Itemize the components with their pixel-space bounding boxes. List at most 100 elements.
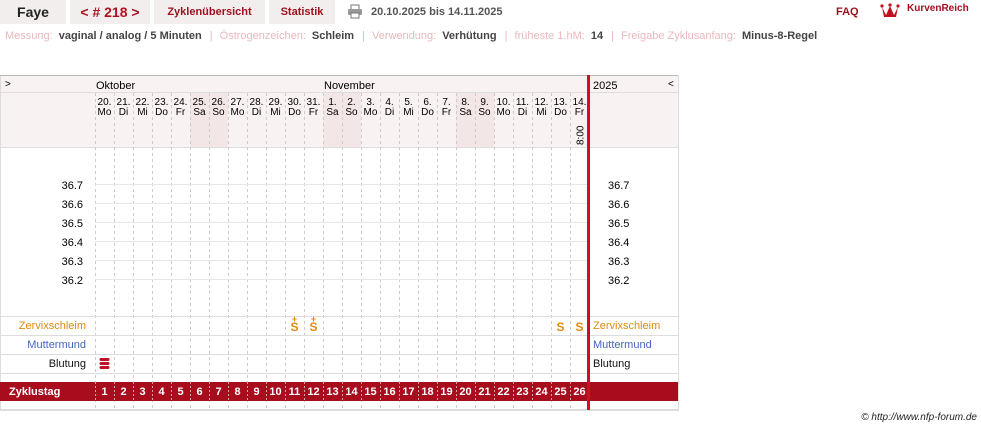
cycle-day-number: 14	[345, 386, 358, 398]
day-weekday: Sa	[326, 107, 339, 118]
day-weekday: Mi	[403, 107, 414, 118]
day-weekday: Fr	[575, 107, 585, 118]
cycle-day-label: Zyklustag	[9, 386, 60, 398]
day-weekday: So	[212, 107, 225, 118]
crown-logo-icon[interactable]	[880, 2, 900, 20]
cycle-day-number: 17	[402, 386, 414, 398]
measurement-info-bar: Messung: vaginal / analog / 5 Minuten | Ös…	[5, 30, 818, 42]
day-weekday: Do	[155, 107, 168, 118]
cycle-day-number: 15	[364, 386, 376, 398]
day-weekday: Di	[252, 107, 261, 118]
cycle-day-number: 3	[139, 386, 145, 398]
tab-statistics[interactable]: Statistik	[269, 0, 335, 24]
cycle-day-number: 5	[177, 386, 183, 398]
day-weekday: Mo	[497, 107, 511, 118]
day-weekday: Di	[518, 107, 527, 118]
day-weekday: Mo	[364, 107, 378, 118]
cycle-day-number: 1	[101, 386, 107, 398]
cycle-day-number: 26	[573, 386, 585, 398]
temp-label-right: 36.7	[608, 180, 629, 192]
info-value: Verhütung	[442, 30, 497, 42]
info-label: Freigabe Zyklusanfang:	[621, 30, 736, 42]
mucus-mark: S	[309, 320, 317, 334]
cycle-day-number: 10	[269, 386, 281, 398]
year-label: 2025	[593, 80, 617, 92]
day-weekday: Do	[554, 107, 567, 118]
cycle-day-number: 11	[289, 386, 301, 398]
mucus-mark: S	[556, 320, 564, 334]
info-label: Östrogenzeichen:	[219, 30, 306, 42]
measurement-time: 8:00	[576, 125, 587, 145]
day-weekday: Mo	[98, 107, 112, 118]
cycle-day-number: 8	[234, 386, 240, 398]
day-weekday: Do	[288, 107, 301, 118]
day-weekday: Mi	[137, 107, 148, 118]
row-label-right-cervix: Muttermund	[593, 339, 652, 351]
day-weekday: Fr	[442, 107, 452, 118]
info-value: 14	[590, 30, 604, 42]
brand-link[interactable]: KurvenReich	[907, 3, 969, 14]
cycle-day-number: 20	[459, 386, 471, 398]
row-label-bleeding: Blutung	[49, 358, 86, 370]
date-range: 20.10.2025 bis 14.11.2025	[371, 6, 503, 18]
info-value: vaginal / analog / 5 Minuten	[58, 30, 202, 42]
row-label-right-bleeding: Blutung	[593, 358, 630, 370]
month-label: November	[324, 80, 375, 92]
temp-label-left: 36.4	[62, 237, 83, 249]
row-label-cervix: Muttermund	[27, 339, 86, 351]
day-weekday: Fr	[309, 107, 319, 118]
cycle-day-number: 12	[307, 386, 319, 398]
temp-label-left: 36.6	[62, 199, 83, 211]
cycle-day-number: 23	[516, 386, 528, 398]
temp-label-left: 36.7	[62, 180, 83, 192]
copyright-footer: © http://www.nfp-forum.de	[861, 412, 977, 423]
temp-label-right: 36.3	[608, 256, 629, 268]
day-weekday: Do	[421, 107, 434, 118]
cycle-day-number: 4	[158, 386, 165, 398]
cycle-day-number: 21	[478, 386, 490, 398]
cycle-day-number: 6	[196, 386, 202, 398]
day-weekday: Di	[385, 107, 394, 118]
mucus-mark: S	[575, 320, 583, 334]
info-label: Verwendung:	[371, 30, 437, 42]
day-weekday: Mi	[270, 107, 281, 118]
bleeding-mark	[99, 362, 110, 365]
row-label-mucus: Zervixschleim	[19, 320, 86, 332]
faq-link[interactable]: FAQ	[836, 6, 859, 18]
cycle-day-number: 24	[535, 386, 548, 398]
tab-cycle-overview[interactable]: Zyklenübersicht	[154, 0, 265, 24]
month-label: Oktober	[96, 80, 135, 92]
day-weekday: Mo	[231, 107, 245, 118]
day-weekday: So	[478, 107, 491, 118]
temp-label-left: 36.3	[62, 256, 83, 268]
cycle-day-number: 7	[215, 386, 221, 398]
cycle-day-number: 22	[497, 386, 509, 398]
cycle-day-number: 9	[253, 386, 259, 398]
row-label-right-mucus: Zervixschleim	[593, 320, 660, 332]
bleeding-mark	[99, 358, 110, 361]
temp-label-right: 36.2	[608, 275, 629, 287]
info-label: früheste 1.hM:	[514, 30, 585, 42]
temp-label-right: 36.5	[608, 218, 629, 230]
cycle-day-number: 18	[421, 386, 433, 398]
cycle-day-number: 16	[383, 386, 395, 398]
mucus-mark: S	[290, 320, 298, 334]
temp-label-right: 36.4	[608, 237, 629, 249]
day-weekday: Sa	[459, 107, 472, 118]
info-value: Minus-8-Regel	[741, 30, 818, 42]
info-label: Messung:	[5, 30, 53, 42]
day-weekday: Mi	[536, 107, 547, 118]
printer-icon[interactable]	[347, 4, 363, 19]
nav-left-arrow: >	[5, 79, 11, 90]
top-bar: Faye < # 218 > Zyklenübersicht Statistik…	[0, 0, 981, 24]
cycle-day-number: 25	[554, 386, 566, 398]
cycle-navigation[interactable]: < # 218 >	[70, 0, 150, 24]
cycle-day-number: 2	[120, 386, 126, 398]
cycle-chart: > <Oktober November 202520.Mo21.Di22.Mi23.D…	[0, 75, 679, 411]
bleeding-mark	[99, 366, 110, 369]
info-value: Schleim	[311, 30, 355, 42]
day-weekday: So	[345, 107, 358, 118]
temp-label-right: 36.6	[608, 199, 629, 211]
temp-label-left: 36.5	[62, 218, 83, 230]
day-weekday: Di	[119, 107, 128, 118]
